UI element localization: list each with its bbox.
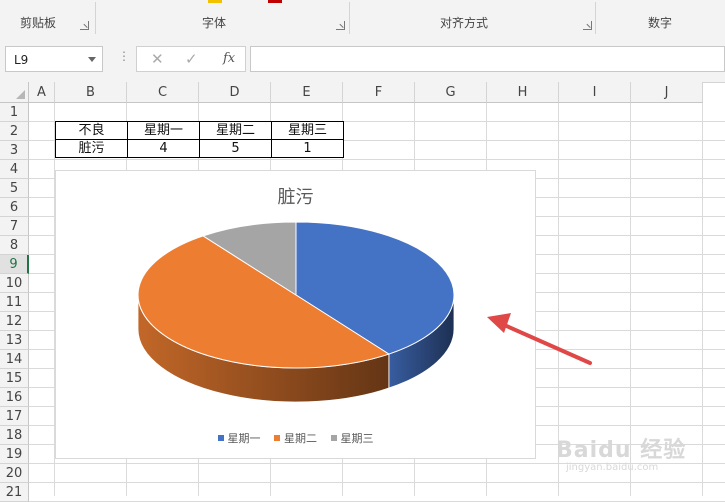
row-header[interactable]: 8	[0, 236, 29, 255]
legend-label: 星期二	[284, 432, 317, 445]
row-header[interactable]: 9	[0, 255, 29, 274]
row-header[interactable]: 17	[0, 407, 29, 426]
watermark-logo: Baidu 经验	[556, 438, 687, 463]
table-header-cell[interactable]: 星期一	[127, 121, 200, 140]
gridline-horizontal	[29, 482, 725, 483]
row-header[interactable]: 21	[0, 483, 29, 502]
pie-plot-area[interactable]	[56, 171, 535, 421]
check-icon[interactable]: ✓	[185, 50, 198, 68]
annotation-arrow	[487, 313, 592, 365]
legend-marker	[274, 435, 280, 441]
dialog-launcher-icon[interactable]	[80, 21, 89, 30]
table-header-cell[interactable]: 星期二	[199, 121, 272, 140]
row-header[interactable]: 15	[0, 369, 29, 388]
dialog-launcher-icon[interactable]	[583, 21, 592, 30]
column-header[interactable]: D	[199, 82, 271, 103]
column-header[interactable]: E	[271, 82, 343, 103]
table-cell[interactable]: 脏污	[55, 139, 128, 158]
column-header[interactable]: B	[55, 82, 127, 103]
legend-marker	[330, 435, 337, 441]
ribbon-group-number: 数字	[596, 0, 725, 36]
table-header-cell[interactable]: 星期三	[271, 121, 344, 140]
column-header[interactable]: H	[487, 82, 559, 103]
ribbon-group-alignment: 对齐方式	[350, 0, 595, 36]
table-cell[interactable]: 1	[271, 139, 344, 158]
column-header[interactable]: G	[415, 82, 487, 103]
chart-legend[interactable]: 星期一 星期二 星期三	[56, 430, 535, 446]
chevron-down-icon[interactable]	[88, 57, 96, 62]
row-header[interactable]: 1	[0, 103, 29, 122]
close-icon[interactable]: ✕	[151, 50, 164, 68]
ribbon-group-font: 字体	[96, 0, 349, 36]
name-box[interactable]: L9	[5, 46, 103, 72]
row-header[interactable]: 12	[0, 312, 29, 331]
pie-chart[interactable]: 脏污 星期一 星期二 星期三	[55, 170, 536, 459]
row-header[interactable]: 11	[0, 293, 29, 312]
arrow-head	[487, 313, 511, 333]
row-header[interactable]: 10	[0, 274, 29, 293]
gridline-horizontal	[29, 159, 725, 160]
column-header[interactable]: F	[343, 82, 415, 103]
table-header-cell[interactable]: 不良	[55, 121, 128, 140]
legend-item: 星期一	[217, 430, 261, 446]
ribbon: 剪贴板 字体 对齐方式 数字	[0, 0, 725, 37]
row-header[interactable]: 16	[0, 388, 29, 407]
row-header[interactable]: 19	[0, 445, 29, 464]
row-header[interactable]: 18	[0, 426, 29, 445]
select-all-button[interactable]	[0, 82, 29, 103]
column-header[interactable]: A	[29, 82, 55, 103]
name-box-value: L9	[14, 53, 29, 67]
legend-item: 星期三	[330, 430, 374, 446]
row-header[interactable]: 14	[0, 350, 29, 369]
watermark: Baidu 经验 jingyan.baidu.com	[556, 432, 686, 473]
row-header[interactable]: 2	[0, 122, 29, 141]
row-header[interactable]: 4	[0, 160, 29, 179]
row-header[interactable]: 7	[0, 217, 29, 236]
formula-buttons: ✕ ✓ fx	[136, 46, 246, 72]
table-cell[interactable]: 4	[127, 139, 200, 158]
ribbon-group-label: 字体	[202, 16, 227, 30]
ribbon-group-label: 对齐方式	[440, 16, 489, 30]
row-header[interactable]: 13	[0, 331, 29, 350]
dialog-launcher-icon[interactable]	[336, 21, 345, 30]
row-header[interactable]: 20	[0, 464, 29, 483]
ribbon-group-label: 数字	[648, 16, 673, 30]
row-header[interactable]: 3	[0, 141, 29, 160]
column-header[interactable]: C	[127, 82, 199, 103]
column-header[interactable]: J	[631, 82, 703, 103]
more-icon[interactable]: ⋮	[118, 49, 130, 63]
gridline-vertical	[702, 103, 703, 496]
table-cell[interactable]: 5	[199, 139, 272, 158]
row-header[interactable]: 6	[0, 198, 29, 217]
ribbon-group-label: 剪贴板	[20, 16, 57, 30]
arrow-shaft	[500, 322, 592, 365]
legend-label: 星期一	[227, 432, 261, 445]
ribbon-group-clipboard: 剪贴板	[0, 0, 95, 36]
column-header[interactable]: I	[559, 82, 631, 103]
legend-marker	[217, 435, 224, 441]
insert-function-icon[interactable]: fx	[223, 51, 235, 66]
formula-bar: L9 ⋮ ✕ ✓ fx	[0, 36, 725, 83]
formula-input[interactable]	[250, 46, 725, 72]
row-header[interactable]: 5	[0, 179, 29, 198]
legend-item: 星期二	[274, 430, 317, 446]
legend-label: 星期三	[340, 432, 374, 445]
